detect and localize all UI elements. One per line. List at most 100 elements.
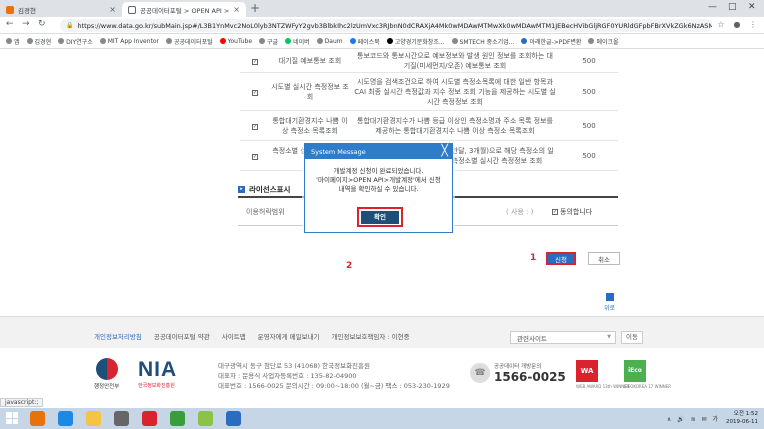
bookmark-item[interactable]: DIY연구소 <box>58 37 93 46</box>
menu-icon[interactable]: ⋮ <box>748 20 758 30</box>
bookmark-icon <box>26 38 33 44</box>
api-name: 시도별 실시간 측정정보 조회 <box>271 82 349 101</box>
footer-link-sitemap[interactable]: 사이트맵 <box>222 331 246 341</box>
footer-address: 대구광역시 동구 첨단로 53 (41068) 한국정보화진흥원 대표자 : 문… <box>218 362 450 390</box>
bookmark-item[interactable]: MIT App Inventor <box>99 38 159 45</box>
ie-icon[interactable] <box>58 411 73 426</box>
bookmark-icon <box>521 38 528 44</box>
agree-checkbox[interactable]: ✓ 동의합니다 <box>552 207 592 217</box>
system-message-dialog: System Message ╳ 개발계정 신청이 완료되었습니다. '마이페이… <box>304 143 453 233</box>
bookmark-item[interactable]: 아래한글->PDF변환 <box>521 37 581 46</box>
bookmark-item[interactable]: 공공데이터포털 <box>165 37 213 46</box>
tab-bar: 김경현 × 공공데이터포털 > OPEN API > × + — □ ✕ <box>0 0 764 17</box>
footer-link-privacy[interactable]: 개인정보처리방침 <box>94 331 142 341</box>
apply-button[interactable]: 신청 <box>546 252 576 265</box>
app-icon[interactable] <box>142 411 157 426</box>
step-marker-2: 2 <box>346 261 353 271</box>
daum-icon <box>316 38 323 44</box>
app-icon[interactable] <box>170 411 185 426</box>
api-count: 500 <box>582 151 596 160</box>
bookmark-icon <box>386 38 393 44</box>
bookmark-icon <box>58 38 65 44</box>
app-icon[interactable] <box>226 411 241 426</box>
api-name: 통합대기환경지수 나쁨 이상 측정소 목록조회 <box>272 116 348 135</box>
license-select[interactable]: ( 사용 : ) <box>506 207 533 217</box>
api-description: 통합대기환경지수가 나쁨 등급 이상인 측정소명과 주소 목록 정보를 제공하는… <box>357 116 553 135</box>
minimize-button[interactable]: — <box>708 2 717 12</box>
close-icon[interactable]: ╳ <box>441 145 448 157</box>
clock[interactable]: 오전 1:52 2019-06-11 <box>726 410 758 426</box>
web-award-logo: WA <box>576 360 598 382</box>
related-sites-select[interactable]: 관련사이트 ▼ <box>510 331 616 344</box>
row-checkbox[interactable]: ✓ <box>252 89 258 96</box>
go-button[interactable]: 이동 <box>621 331 643 344</box>
scroll-top-button[interactable]: 위로 <box>604 293 615 312</box>
bookmark-icon <box>588 38 595 44</box>
reload-icon[interactable]: ↻ <box>38 19 46 29</box>
bookmark-apps[interactable]: 앱 <box>6 37 20 46</box>
app-icon[interactable] <box>114 411 129 426</box>
tab-favicon-icon <box>6 5 14 14</box>
api-description: 시도명을 검색조건으로 하여 시도별 측정소목록에 대한 일반 항목과 CAI … <box>354 77 556 106</box>
ieco-award-logo: iEco <box>624 360 646 382</box>
star-icon[interactable]: ☆ <box>716 20 726 30</box>
api-count: 500 <box>582 87 596 96</box>
new-tab-button[interactable]: + <box>250 1 260 15</box>
chevron-down-icon: ▼ <box>607 334 611 340</box>
footer-link-mail[interactable]: 운영자에게 메일보내기 <box>258 331 320 341</box>
browser-tab-2[interactable]: 공공데이터포털 > OPEN API > × <box>122 2 246 17</box>
step-marker-1: 1 <box>530 253 537 263</box>
google-icon <box>259 38 266 44</box>
table-row: ✓ 통합대기환경지수 나쁨 이상 측정소 목록조회 통합대기환경지수가 나쁨 등… <box>240 111 618 141</box>
call-center: ☎ 공공데이터 개방문의 1566-0025 <box>470 362 566 384</box>
ok-button[interactable]: 확인 <box>361 210 399 224</box>
api-name: 대기질 예보통보 조회 <box>278 56 342 65</box>
system-tray-icons[interactable]: ∧ 🔊 ≋ ✉ 가 <box>667 414 720 423</box>
forward-icon[interactable]: → <box>22 19 30 29</box>
bookmarks-bar: 앱 김경현 DIY연구소 MIT App Inventor 공공데이터포털 Yo… <box>0 34 764 49</box>
row-checkbox[interactable]: ✓ <box>252 58 258 65</box>
tab-close-icon[interactable]: × <box>233 5 240 14</box>
dialog-header: System Message ╳ <box>305 144 452 159</box>
bookmark-item[interactable]: Daum <box>316 38 343 45</box>
footer-info: 행정안전부 NIA 한국정보화진흥원 대구광역시 동구 첨단로 53 (4106… <box>0 348 764 408</box>
tab-close-icon[interactable]: × <box>109 5 116 14</box>
cancel-button[interactable]: 취소 <box>588 252 620 265</box>
app-icon[interactable] <box>198 411 213 426</box>
lock-icon: 🔒 <box>66 22 74 29</box>
tab-title: 김경현 <box>18 6 36 15</box>
bookmark-item[interactable]: 페이스북 <box>349 37 380 46</box>
license-row-label: 이용허락범위 <box>246 208 285 216</box>
bookmark-icon <box>165 38 172 44</box>
bookmark-item[interactable]: 김경현 <box>26 37 51 46</box>
bookmark-item[interactable]: 구글 <box>259 37 278 46</box>
maximize-button[interactable]: □ <box>728 2 737 12</box>
status-bar: javascript:; <box>0 398 44 407</box>
bookmark-item[interactable]: 네이버 <box>285 37 310 46</box>
back-icon[interactable]: ← <box>6 19 14 29</box>
bookmark-item[interactable]: YouTube <box>219 38 252 45</box>
tab-title: 공공데이터포털 > OPEN API > <box>140 6 230 15</box>
chrome-icon[interactable] <box>30 411 45 426</box>
ok-button-highlight: 확인 <box>357 207 403 227</box>
taegeuk-icon <box>95 358 118 380</box>
tab-favicon-icon <box>128 5 136 14</box>
footer-link-terms[interactable]: 공공데이터포털 약관 <box>154 331 210 341</box>
bookmark-item[interactable]: 고양경기문화창조... <box>386 37 445 46</box>
youtube-icon <box>219 38 226 44</box>
footer-link-officer[interactable]: 개인정보보호책임자 : 이현중 <box>332 331 410 341</box>
row-checkbox[interactable]: ✓ <box>252 123 258 130</box>
row-checkbox[interactable]: ✓ <box>252 153 258 160</box>
url-input[interactable]: 🔒 https://www.data.go.kr/subMain.jsp#/L3… <box>60 19 712 32</box>
api-count: 500 <box>582 56 596 65</box>
folder-icon[interactable] <box>86 411 101 426</box>
web-award-caption: WEB AWARD 13th WINNER <box>576 384 630 389</box>
browser-tab-1[interactable]: 김경현 × <box>0 2 122 17</box>
footer-links-bar: 개인정보처리방침 공공데이터포털 약관 사이트맵 운영자에게 메일보내기 개인정… <box>0 316 764 348</box>
windows-start-icon[interactable] <box>6 412 18 424</box>
close-window-button[interactable]: ✕ <box>748 2 756 12</box>
bookmark-item[interactable]: 메이크올 <box>588 37 619 46</box>
api-description: 통보코드와 통보시간으로 예보정보와 발생 원인 정보를 조회하는 대기질(미세… <box>357 51 553 70</box>
profile-icon[interactable]: ● <box>732 20 742 30</box>
bookmark-item[interactable]: SMTECH 중소기업... <box>451 37 514 46</box>
